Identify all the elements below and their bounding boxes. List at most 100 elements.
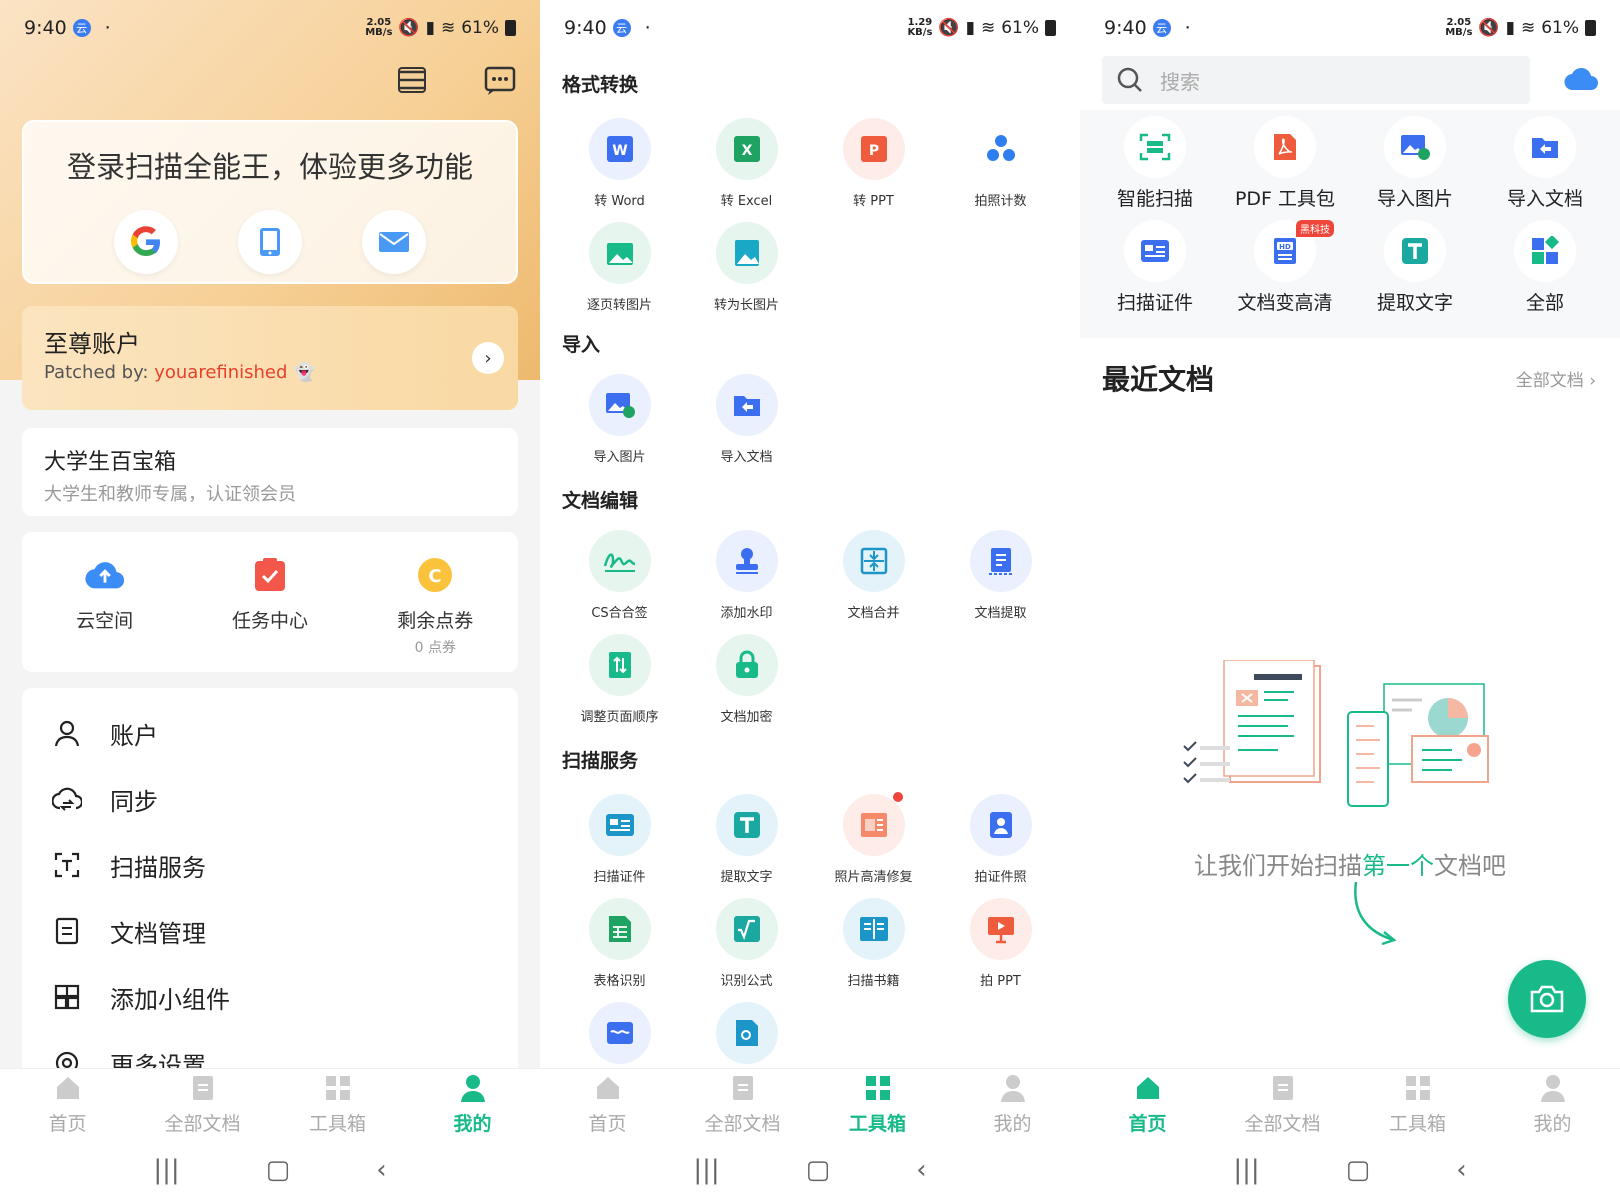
- book-icon: [842, 898, 905, 960]
- signature-icon: [588, 530, 651, 592]
- tool-encrypt[interactable]: 文档加密: [683, 634, 810, 725]
- nav-home[interactable]: 首页: [0, 1069, 135, 1140]
- scan-wave-icon: [588, 1002, 651, 1064]
- menu-doc-manage[interactable]: 文档管理: [22, 898, 518, 964]
- hd-badge: 黑科技: [1296, 220, 1334, 237]
- recent-apps-icon[interactable]: |||: [693, 1155, 719, 1185]
- tool-extract-text[interactable]: 提取文字: [1350, 220, 1480, 315]
- signal-icon: ▮: [965, 18, 975, 38]
- tool-import-doc[interactable]: 导入文档: [683, 374, 810, 465]
- tool-merge[interactable]: 文档合并: [810, 530, 937, 621]
- back-icon[interactable]: ‹: [1456, 1155, 1466, 1185]
- tool-import-image[interactable]: 导入图片: [556, 374, 683, 465]
- tool-to-excel[interactable]: X转 Excel: [683, 118, 810, 209]
- tool-photo-restore[interactable]: 照片高清修复: [810, 792, 937, 885]
- notification-dot: ·: [104, 17, 111, 39]
- menu-add-widget[interactable]: 添加小组件: [22, 964, 518, 1030]
- nav-all-docs[interactable]: 全部文档: [135, 1069, 270, 1140]
- student-card[interactable]: 大学生百宝箱 大学生和教师专属，认证领会员: [22, 428, 518, 516]
- recent-docs-title: 最近文档: [1102, 363, 1215, 396]
- search-input[interactable]: 搜索: [1102, 56, 1530, 104]
- tool-extract[interactable]: 文档提取: [937, 530, 1064, 621]
- tool-to-ppt[interactable]: P转 PPT: [810, 118, 937, 209]
- cloud-sync-button[interactable]: [1564, 64, 1600, 92]
- tool-to-word[interactable]: W转 Word: [556, 118, 683, 209]
- empty-state-message: 让我们开始扫描第一个文档吧: [1194, 852, 1506, 880]
- premium-account-card[interactable]: 至尊账户 Patched by: youarefinished 👻 ›: [22, 306, 518, 410]
- nav-mine[interactable]: 我的: [1485, 1069, 1620, 1140]
- nav-toolbox[interactable]: 工具箱: [1350, 1069, 1485, 1140]
- login-card: 登录扫描全能王，体验更多功能: [22, 120, 518, 284]
- cloud-badge-icon: 云: [1152, 19, 1171, 37]
- all-tools-icon: [1514, 220, 1576, 282]
- scan-menu-icon[interactable]: [396, 64, 428, 96]
- nav-mine[interactable]: 我的: [945, 1069, 1080, 1140]
- tool-pdf-kit[interactable]: PDF 工具包: [1220, 116, 1350, 211]
- nav-home[interactable]: 首页: [540, 1069, 675, 1140]
- settings-menu: 账户 同步 扫描服务 文档管理 添加小组件 更多设置: [22, 688, 518, 1088]
- all-docs-link[interactable]: 全部文档 ›: [1516, 366, 1596, 391]
- task-center-button[interactable]: 任务中心: [200, 554, 340, 657]
- home-button-icon[interactable]: ▢: [806, 1155, 831, 1185]
- nav-home[interactable]: 首页: [1080, 1069, 1215, 1140]
- back-icon[interactable]: ‹: [916, 1155, 926, 1185]
- tool-import-doc[interactable]: 导入文档: [1480, 116, 1610, 211]
- nav-toolbox[interactable]: 工具箱: [270, 1069, 405, 1140]
- tool-import-image[interactable]: 导入图片: [1350, 116, 1480, 211]
- login-title: 登录扫描全能王，体验更多功能: [66, 150, 473, 184]
- tool-more-1[interactable]: [556, 1002, 683, 1074]
- chevron-right-icon[interactable]: ›: [472, 342, 504, 374]
- tool-photo-ppt[interactable]: 拍 PPT: [937, 898, 1064, 989]
- status-bar: 9:40 云 · 2.05 MB/s 🔇 ▮ ≋ 61%: [1104, 14, 1596, 42]
- nav-mine[interactable]: 我的: [405, 1069, 540, 1140]
- home-button-icon[interactable]: ▢: [266, 1155, 291, 1185]
- tool-photo-count[interactable]: 拍照计数: [937, 118, 1064, 209]
- tool-table-ocr[interactable]: 表格识别: [556, 898, 683, 989]
- google-login-button[interactable]: [114, 210, 178, 274]
- tool-page-to-image[interactable]: 逐页转图片: [556, 222, 683, 313]
- wifi-icon: ≋: [440, 18, 456, 38]
- tool-doc-hd[interactable]: HD 黑科技 文档变高清: [1220, 220, 1350, 315]
- recent-apps-icon[interactable]: |||: [1233, 1155, 1259, 1185]
- nav-all-docs[interactable]: 全部文档: [675, 1069, 810, 1140]
- cloud-space-button[interactable]: 云空间: [35, 554, 175, 657]
- nav-toolbox[interactable]: 工具箱: [810, 1069, 945, 1140]
- tool-scan-book[interactable]: 扫描书籍: [810, 898, 937, 989]
- nav-all-docs[interactable]: 全部文档: [1215, 1069, 1350, 1140]
- tool-extract-text[interactable]: 提取文字: [683, 794, 810, 885]
- tool-formula[interactable]: 识别公式: [683, 898, 810, 989]
- tool-smart-scan[interactable]: 智能扫描: [1090, 116, 1220, 211]
- tool-watermark[interactable]: 添加水印: [683, 530, 810, 621]
- camera-scan-button[interactable]: [1508, 960, 1586, 1038]
- svg-text:W: W: [612, 143, 627, 159]
- tool-cs-sign[interactable]: CS合合签: [556, 530, 683, 621]
- email-login-button[interactable]: [362, 210, 426, 274]
- document-icon: [52, 916, 82, 946]
- coupons-button[interactable]: C 剩余点券 0 点券: [365, 554, 505, 657]
- toolbox-screen: 9:40 云 · 1.29 KB/s 🔇 ▮ ≋ 61% 格式转换 W转 Word…: [540, 0, 1080, 1200]
- docs-icon: [190, 1075, 216, 1101]
- mail-icon: [379, 232, 409, 252]
- tool-long-image[interactable]: 转为长图片: [683, 222, 810, 313]
- recent-apps-icon[interactable]: |||: [153, 1155, 179, 1185]
- tool-reorder[interactable]: 调整页面顺序: [556, 634, 683, 725]
- back-icon[interactable]: ‹: [376, 1155, 386, 1185]
- menu-account[interactable]: 账户: [22, 700, 518, 766]
- status-bar: 9:40 云 · 1.29 KB/s 🔇 ▮ ≋ 61%: [564, 14, 1056, 42]
- tool-all[interactable]: 全部: [1480, 220, 1610, 315]
- menu-scan-service[interactable]: 扫描服务: [22, 832, 518, 898]
- id-photo-icon: [969, 794, 1032, 856]
- tool-scan-id[interactable]: 扫描证件: [1090, 220, 1220, 315]
- network-speed: 1.29 KB/s: [907, 17, 933, 38]
- cloud-upload-icon: [85, 562, 124, 589]
- wifi-icon: ≋: [980, 18, 996, 38]
- menu-sync[interactable]: 同步: [22, 766, 518, 832]
- cloud-sync-icon: [52, 784, 82, 814]
- home-button-icon[interactable]: ▢: [1346, 1155, 1371, 1185]
- message-icon[interactable]: [484, 66, 516, 96]
- tool-more-2[interactable]: [683, 1002, 810, 1074]
- status-bar: 9:40 云 · 2.05 MB/s 🔇 ▮ ≋ 61%: [24, 14, 516, 42]
- tool-id-photo[interactable]: 拍证件照: [937, 794, 1064, 885]
- tool-scan-id[interactable]: 扫描证件: [556, 794, 683, 885]
- phone-login-button[interactable]: [238, 210, 302, 274]
